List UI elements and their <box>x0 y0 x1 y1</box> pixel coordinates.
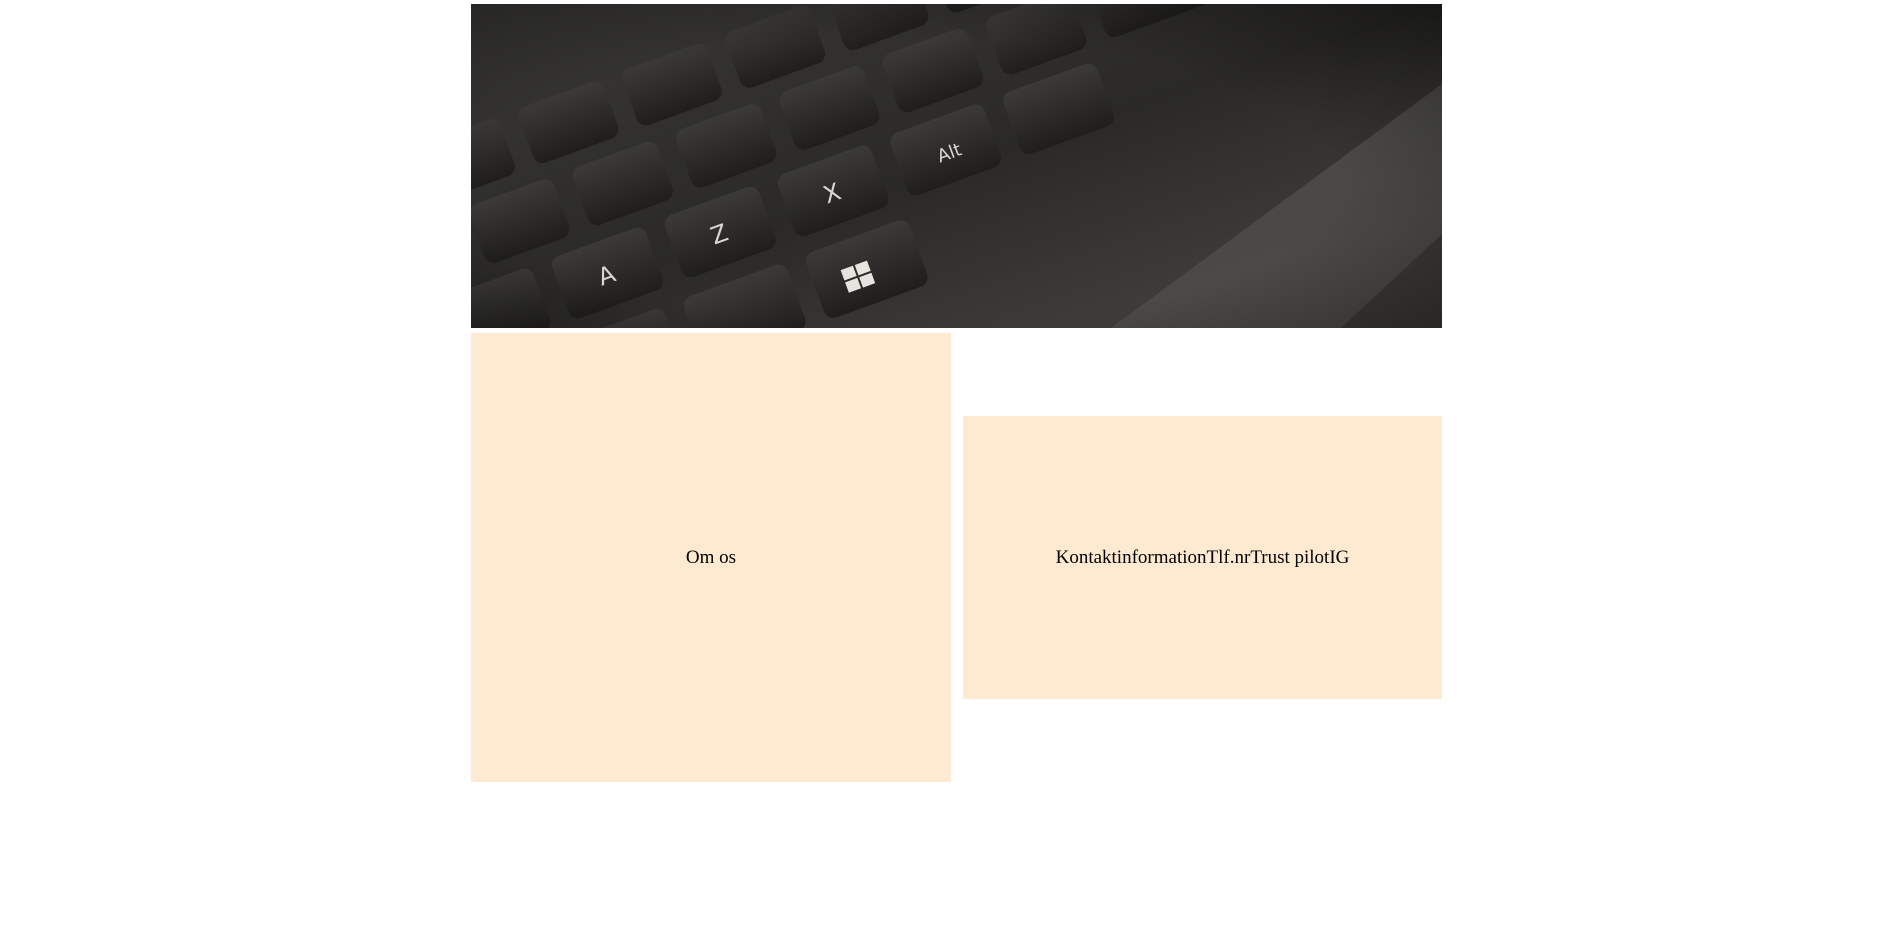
keyboard-photo-icon: A Z X Alt <box>471 4 1442 328</box>
instagram-link[interactable]: IG <box>1329 547 1349 568</box>
contact-panel: KontaktinformationTlf.nrTrust pilotIG <box>963 416 1442 699</box>
hero-image: A Z X Alt <box>471 4 1442 328</box>
about-link[interactable]: Om os <box>686 547 736 569</box>
trustpilot-link[interactable]: Trust pilot <box>1250 547 1329 568</box>
phone-link[interactable]: Tlf.nr <box>1207 547 1251 568</box>
contact-title: Kontaktinformation <box>1055 546 1207 568</box>
about-panel[interactable]: Om os <box>471 333 951 782</box>
contact-line: KontaktinformationTlf.nrTrust pilotIG <box>1056 547 1350 569</box>
page: A Z X Alt Om os KontaktinformationTlf.nr… <box>0 0 1896 933</box>
